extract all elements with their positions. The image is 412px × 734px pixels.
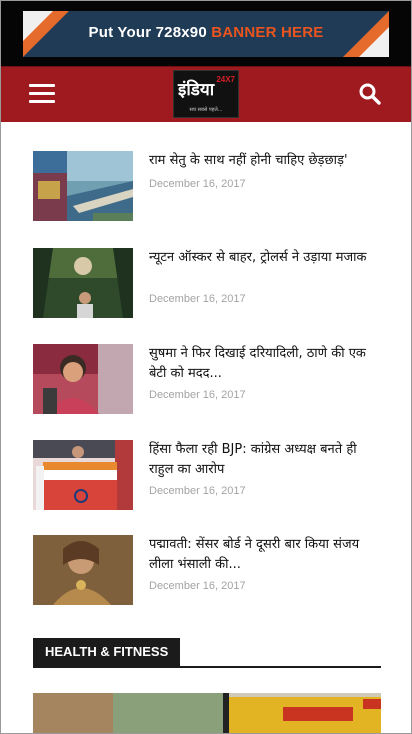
ad-text-main: Put Your 728x90 bbox=[88, 24, 212, 41]
list-item[interactable]: सुषमा ने फिर दिखाई दरियादिली, ठाणे की एक… bbox=[33, 344, 383, 414]
article-date: December 16, 2017 bbox=[149, 293, 246, 305]
article-date: December 16, 2017 bbox=[149, 485, 246, 497]
article-thumbnail[interactable] bbox=[33, 248, 133, 318]
article-title[interactable]: सुषमा ने फिर दिखाई दरियादिली, ठाणे की एक… bbox=[149, 344, 381, 384]
article-date: December 16, 2017 bbox=[149, 178, 246, 190]
list-item[interactable]: हिंसा फैला रही BJP: कांग्रेस अध्यक्ष बनत… bbox=[33, 440, 383, 510]
article-title[interactable]: राम सेतु के साथ नहीं होनी चाहिए छेड़छाड़… bbox=[149, 151, 381, 171]
logo-tagline: सच सबसे पहले... bbox=[189, 107, 223, 113]
ad-strip: Put Your 728x90 BANNER HERE bbox=[1, 1, 411, 66]
logo-number: 24X7 bbox=[216, 75, 235, 84]
list-item[interactable]: राम सेतु के साथ नहीं होनी चाहिए छेड़छाड़… bbox=[33, 151, 383, 221]
article-thumbnail[interactable] bbox=[33, 344, 133, 414]
article-title[interactable]: हिंसा फैला रही BJP: कांग्रेस अध्यक्ष बनत… bbox=[149, 440, 381, 480]
article-title[interactable]: न्यूटन ऑस्कर से बाहर, ट्रोलर्स ने उड़ाया… bbox=[149, 248, 381, 268]
page-frame: Put Your 728x90 BANNER HERE इंडिया 24X7 … bbox=[0, 0, 412, 734]
article-date: December 16, 2017 bbox=[149, 580, 246, 592]
site-logo[interactable]: इंडिया 24X7 सच सबसे पहले... bbox=[173, 70, 239, 118]
ad-text-highlight: BANNER HERE bbox=[211, 24, 324, 41]
article-thumbnail[interactable] bbox=[33, 440, 133, 510]
article-date: December 16, 2017 bbox=[149, 389, 246, 401]
section-heading: HEALTH & FITNESS bbox=[33, 638, 381, 668]
logo-text: इंडिया bbox=[178, 80, 215, 100]
featured-article-image[interactable] bbox=[33, 693, 381, 733]
ad-text: Put Your 728x90 BANNER HERE bbox=[23, 24, 389, 41]
article-title[interactable]: पद्मावती: सेंसर बोर्ड ने दूसरी बार किया … bbox=[149, 535, 381, 575]
site-header: इंडिया 24X7 सच सबसे पहले... bbox=[1, 66, 411, 122]
article-thumbnail[interactable] bbox=[33, 535, 133, 605]
list-item[interactable]: पद्मावती: सेंसर बोर्ड ने दूसरी बार किया … bbox=[33, 535, 383, 605]
article-thumbnail[interactable] bbox=[33, 151, 133, 221]
list-item[interactable]: न्यूटन ऑस्कर से बाहर, ट्रोलर्स ने उड़ाया… bbox=[33, 248, 383, 318]
hamburger-menu-icon[interactable] bbox=[29, 84, 55, 104]
search-icon[interactable] bbox=[358, 82, 382, 106]
section-label-health-fitness[interactable]: HEALTH & FITNESS bbox=[33, 638, 181, 666]
ad-banner[interactable]: Put Your 728x90 BANNER HERE bbox=[23, 11, 389, 57]
